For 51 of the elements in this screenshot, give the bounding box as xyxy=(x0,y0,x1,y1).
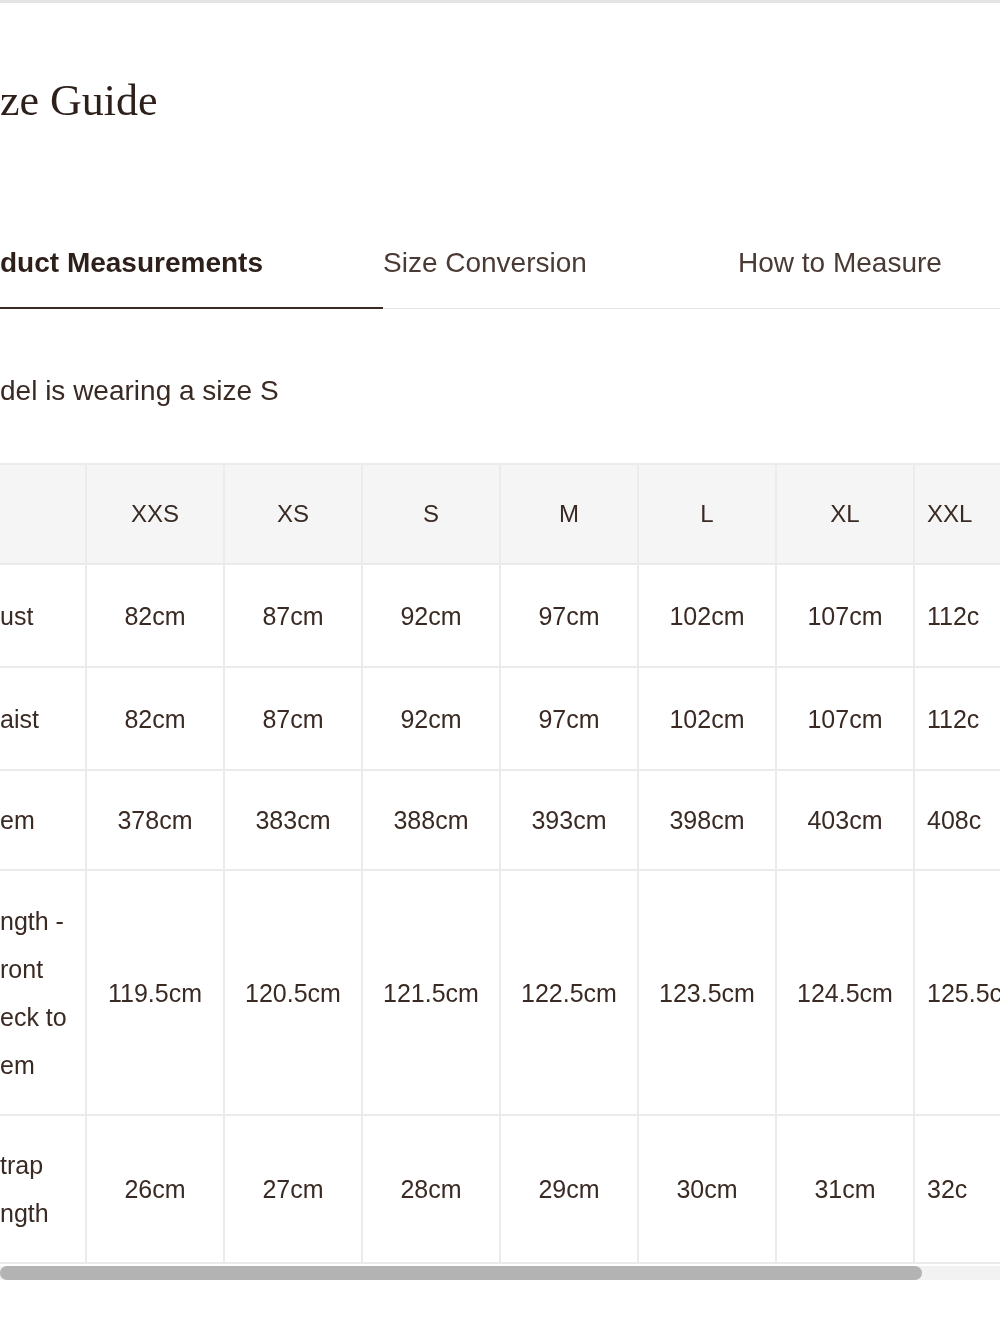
measurement-label: em xyxy=(0,770,86,870)
table-cell: 27cm xyxy=(224,1115,362,1263)
measurement-label: trap ngth xyxy=(0,1115,86,1263)
table-cell: 87cm xyxy=(224,667,362,770)
table-cell: 102cm xyxy=(638,667,776,770)
table-cell: 31cm xyxy=(776,1115,914,1263)
table-cell: 97cm xyxy=(500,564,638,667)
table-cell: 32c xyxy=(914,1115,1000,1263)
table-cell: 119.5cm xyxy=(86,870,224,1115)
table-cell: 122.5cm xyxy=(500,870,638,1115)
size-header: L xyxy=(638,464,776,564)
table-cell: 26cm xyxy=(86,1115,224,1263)
page-title: ze Guide xyxy=(0,75,159,127)
table-cell: 92cm xyxy=(362,564,500,667)
size-header: S xyxy=(362,464,500,564)
size-header: XL xyxy=(776,464,914,564)
table-cell: 398cm xyxy=(638,770,776,870)
table-cell: 403cm xyxy=(776,770,914,870)
measurement-label: aist xyxy=(0,667,86,770)
table-cell: 120.5cm xyxy=(224,870,362,1115)
table-cell: 112c xyxy=(914,667,1000,770)
table-cell: 107cm xyxy=(776,564,914,667)
table-cell: 87cm xyxy=(224,564,362,667)
table-cell: 82cm xyxy=(86,667,224,770)
size-header: M xyxy=(500,464,638,564)
table-cell: 28cm xyxy=(362,1115,500,1263)
measurement-label: ngth - ront eck to em xyxy=(0,870,86,1115)
table-cell: 29cm xyxy=(500,1115,638,1263)
tab[interactable]: duct Measurements xyxy=(0,211,383,309)
table-cell: 123.5cm xyxy=(638,870,776,1115)
table-cell: 388cm xyxy=(362,770,500,870)
size-header: XXL xyxy=(914,464,1000,564)
table-cell: 97cm xyxy=(500,667,638,770)
table-cell: 378cm xyxy=(86,770,224,870)
table-cell: 124.5cm xyxy=(776,870,914,1115)
table-cell: 92cm xyxy=(362,667,500,770)
table-cell: 102cm xyxy=(638,564,776,667)
tab[interactable]: Size Conversion xyxy=(383,211,738,309)
table-cell: 30cm xyxy=(638,1115,776,1263)
table-cell: 121.5cm xyxy=(362,870,500,1115)
measurement-label: ust xyxy=(0,564,86,667)
size-header: XXS xyxy=(86,464,224,564)
tab[interactable]: How to Measure xyxy=(738,211,1000,309)
table-cell: 82cm xyxy=(86,564,224,667)
table-cell: 112c xyxy=(914,564,1000,667)
model-size-note: del is wearing a size S xyxy=(0,374,280,408)
table-cell: 107cm xyxy=(776,667,914,770)
table-cell: 393cm xyxy=(500,770,638,870)
table-cell: 383cm xyxy=(224,770,362,870)
size-header: XS xyxy=(224,464,362,564)
table-cell: 408c xyxy=(914,770,1000,870)
